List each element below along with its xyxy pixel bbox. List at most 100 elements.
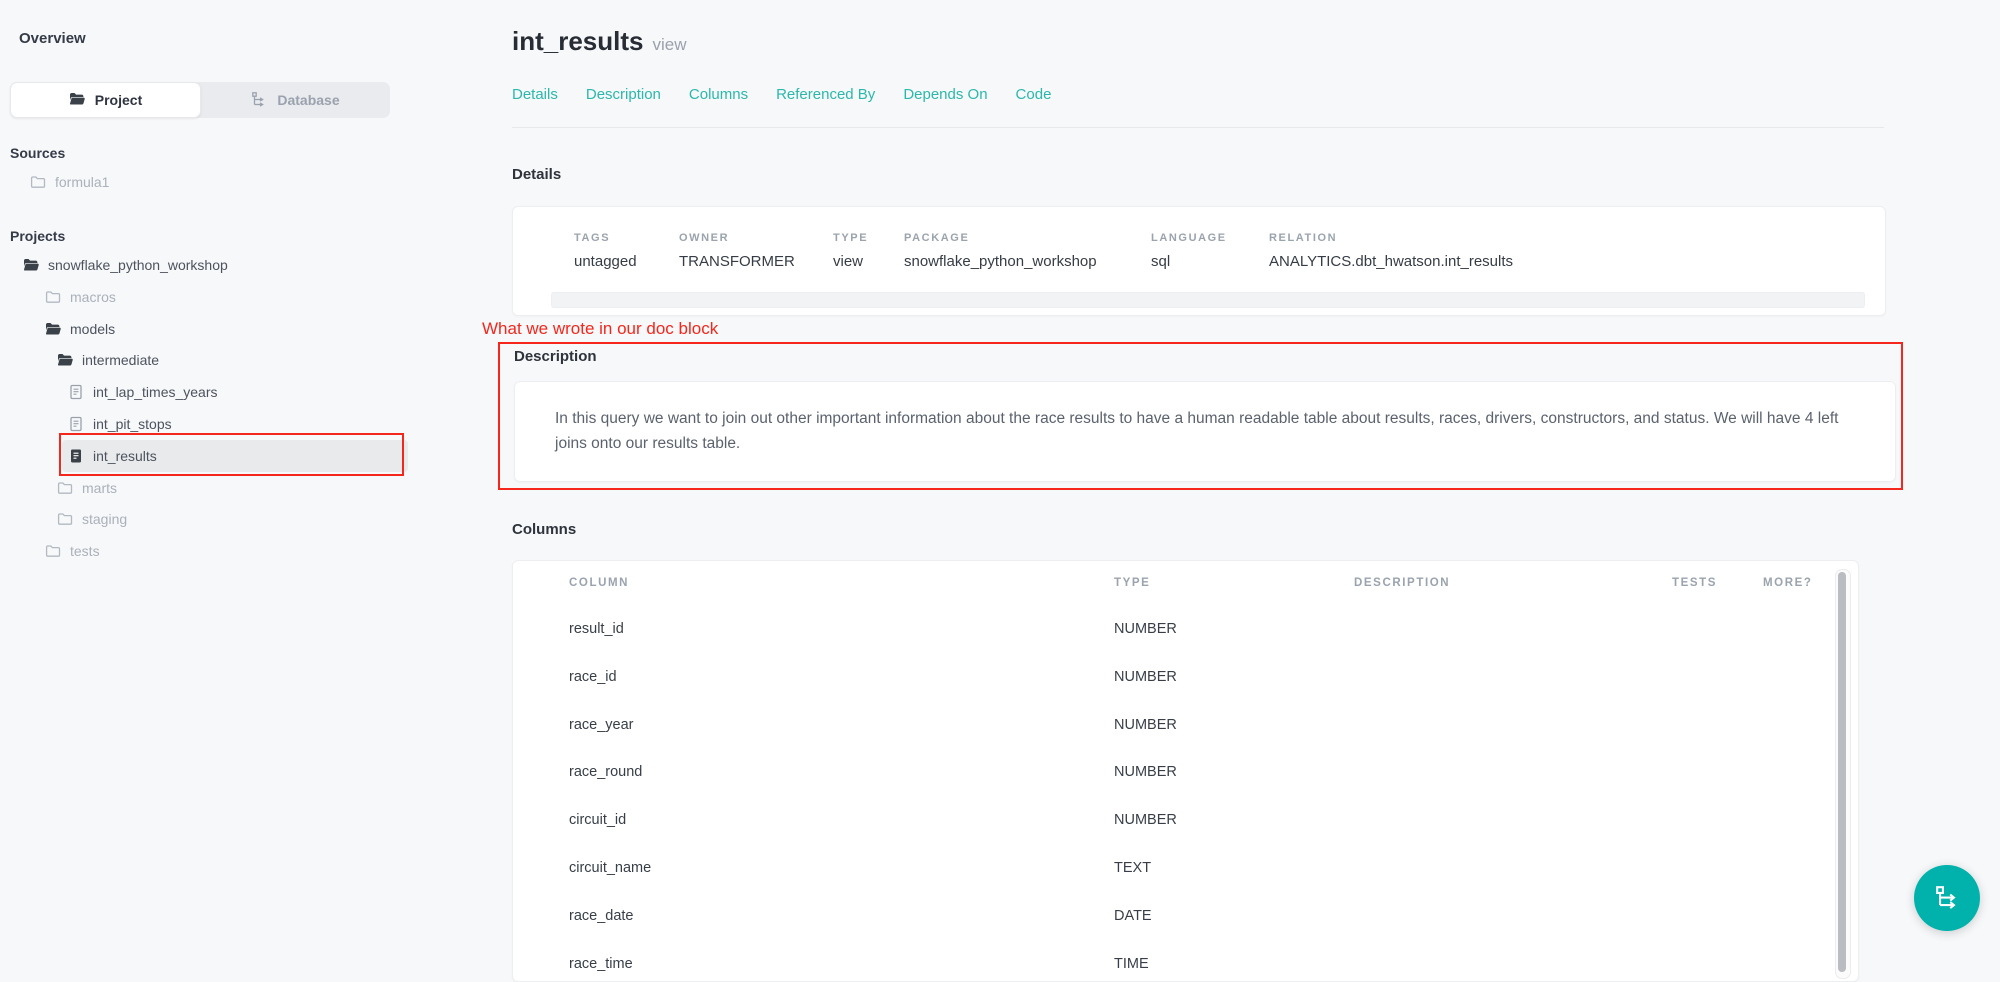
description-card: In this query we want to join out other …: [514, 381, 1896, 482]
tab-referenced-by[interactable]: Referenced By: [776, 86, 875, 103]
sidebar-item-marts[interactable]: marts: [0, 472, 527, 504]
project-tab-label: Project: [95, 92, 142, 108]
detail-field-value: ANALYTICS.dbt_hwatson.int_results: [1269, 253, 1513, 270]
model-name: int_results: [512, 26, 644, 56]
columns-card: COLUMN TYPE DESCRIPTION TESTS MORE? result_id…: [512, 560, 1859, 982]
sidebar-item-label: intermediate: [82, 352, 159, 368]
column-type-cell: TIME: [1114, 956, 1149, 972]
sources-heading: Sources: [10, 145, 65, 161]
column-name-cell: race_time: [569, 956, 633, 972]
folder-open-icon: [57, 352, 73, 368]
column-type-cell: TEXT: [1114, 860, 1151, 876]
detail-field-value: sql: [1151, 253, 1227, 270]
details-heading: Details: [512, 166, 561, 183]
folder-open-icon: [69, 91, 85, 110]
column-header-tests: TESTS: [1672, 577, 1717, 589]
detail-field-package: PACKAGE snowflake_python_workshop: [904, 232, 1097, 270]
sidebar-item-tests[interactable]: tests: [0, 535, 515, 567]
sidebar-item-int_pit_stops[interactable]: int_pit_stops: [0, 408, 538, 440]
column-header-description: DESCRIPTION: [1354, 577, 1450, 589]
sidebar-item-label: macros: [70, 289, 116, 305]
column-type-cell: NUMBER: [1114, 669, 1177, 685]
detail-field-label: OWNER: [679, 232, 795, 244]
detail-field-type: TYPEview: [833, 232, 868, 270]
folder-closed-icon: [45, 289, 61, 305]
source-item-label: formula1: [55, 174, 109, 190]
details-card: TAGS untagged OWNER TRANSFORMER TYPEview PACK…: [512, 206, 1886, 316]
lineage-graph-icon: [1932, 882, 1962, 915]
description-paragraph: In this query we want to join out other …: [555, 406, 1860, 456]
file-icon: [68, 416, 84, 432]
folder-closed-icon: [57, 511, 73, 527]
view-toggle: Project Database: [10, 82, 390, 118]
detail-field-label: RELATION: [1269, 232, 1513, 244]
column-name-cell: race_round: [569, 764, 642, 780]
column-header-column: COLUMN: [569, 577, 629, 589]
detail-field-value: view: [833, 253, 868, 270]
detail-field-tags: TAGS untagged: [574, 232, 637, 270]
materialization-badge: view: [653, 35, 687, 54]
detail-field-value: snowflake_python_workshop: [904, 253, 1097, 270]
tab-columns[interactable]: Columns: [689, 86, 748, 103]
sidebar-item-models[interactable]: models: [0, 313, 515, 345]
section-tabs: Details Description Columns Referenced By De…: [512, 86, 1051, 103]
sidebar-item-label: int_pit_stops: [93, 416, 172, 432]
annotation-text: What we wrote in our doc block: [482, 319, 718, 339]
page-title: int_results view: [512, 26, 687, 57]
tab-description[interactable]: Description: [586, 86, 661, 103]
sidebar-item-label: snowflake_python_workshop: [48, 257, 228, 273]
detail-field-relation: RELATION ANALYTICS.dbt_hwatson.int_result…: [1269, 232, 1513, 270]
sidebar-item-intermediate[interactable]: intermediate: [0, 344, 527, 376]
database-tab[interactable]: Database: [201, 82, 390, 118]
folder-closed-icon: [57, 480, 73, 496]
sidebar-item-label: marts: [82, 480, 117, 496]
tab-depends-on[interactable]: Depends On: [903, 86, 987, 103]
sidebar-item-label: int_lap_times_years: [93, 384, 218, 400]
column-type-cell: NUMBER: [1114, 812, 1177, 828]
lineage-graph-button[interactable]: [1914, 865, 1980, 931]
column-name-cell: circuit_id: [569, 812, 626, 828]
column-type-cell: DATE: [1114, 908, 1152, 924]
tab-details[interactable]: Details: [512, 86, 558, 103]
detail-field-value: untagged: [574, 253, 637, 270]
tab-code[interactable]: Code: [1016, 86, 1052, 103]
detail-field-label: PACKAGE: [904, 232, 1097, 244]
projects-heading: Projects: [10, 228, 65, 244]
tabs-divider: [512, 127, 1884, 128]
sidebar-item-snowflake_python_workshop[interactable]: snowflake_python_workshop: [0, 249, 493, 281]
columns-heading: Columns: [512, 521, 576, 538]
sidebar-item-macros[interactable]: macros: [0, 281, 515, 313]
column-type-cell: NUMBER: [1114, 717, 1177, 733]
column-name-cell: result_id: [569, 621, 624, 637]
sources-list: formula1: [0, 167, 470, 197]
sidebar-item-label: models: [70, 321, 115, 337]
database-tree-icon: [251, 91, 267, 110]
sidebar-item-staging[interactable]: staging: [0, 503, 527, 535]
column-name-cell: race_year: [569, 717, 633, 733]
source-item-formula1[interactable]: formula1: [0, 167, 470, 197]
column-name-cell: race_date: [569, 908, 634, 924]
folder-open-icon: [23, 257, 39, 273]
detail-field-label: LANGUAGE: [1151, 232, 1227, 244]
detail-field-value: TRANSFORMER: [679, 253, 795, 270]
file-selected-icon: [68, 448, 84, 464]
sidebar-item-int_lap_times_years[interactable]: int_lap_times_years: [0, 376, 538, 408]
detail-field-owner: OWNER TRANSFORMER: [679, 232, 795, 270]
project-tab[interactable]: Project: [10, 82, 201, 118]
collapsed-code-strip[interactable]: [551, 292, 1865, 308]
overview-link[interactable]: Overview: [19, 30, 86, 47]
columns-scrollbar: [1835, 569, 1851, 979]
file-icon: [68, 384, 84, 400]
sidebar-item-label: int_results: [93, 448, 157, 464]
column-header-type: TYPE: [1114, 577, 1150, 589]
folder-closed-icon: [45, 543, 61, 559]
column-header-more: MORE?: [1763, 577, 1813, 589]
folder-open-icon: [45, 321, 61, 337]
detail-field-language: LANGUAGE sql: [1151, 232, 1227, 270]
column-type-cell: NUMBER: [1114, 621, 1177, 637]
column-name-cell: circuit_name: [569, 860, 651, 876]
detail-field-label: TAGS: [574, 232, 637, 244]
scrollbar-thumb[interactable]: [1838, 572, 1846, 972]
sidebar-item-int_results[interactable]: int_results: [62, 440, 408, 472]
description-heading: Description: [514, 348, 597, 365]
